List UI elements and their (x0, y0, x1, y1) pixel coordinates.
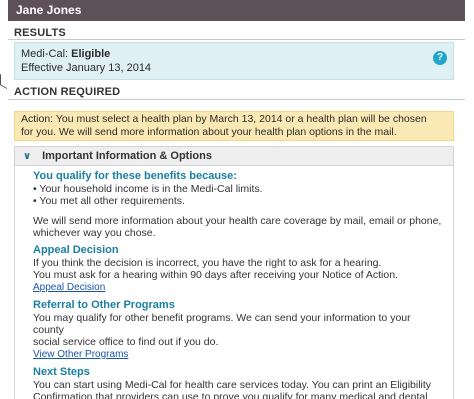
next-steps-heading: Next Steps (33, 366, 90, 378)
applicant-name-bar: Jane Jones (8, 0, 465, 21)
applicant-name: Jane Jones (16, 3, 82, 17)
coverage-text: We will send more information about your… (33, 215, 442, 227)
chevron-down-icon: ∨ (22, 151, 32, 162)
effective-date: Effective January 13, 2014 (21, 62, 152, 74)
next-steps-text: Confirmation that providers can use to p… (33, 391, 428, 399)
panel-body: You qualify for these benefits because: … (15, 166, 453, 399)
view-other-programs-link[interactable]: View Other Programs (33, 349, 128, 360)
action-text-line: Action: You must select a health plan by… (21, 113, 427, 125)
action-required-box: Action: You must select a health plan by… (14, 111, 454, 141)
mouse-pointer (0, 73, 7, 90)
referral-text: You may qualify for other benefit progra… (33, 312, 411, 336)
appeal-decision-link[interactable]: Appeal Decision (33, 282, 105, 293)
action-text-line: for you. We will send more information a… (21, 126, 397, 138)
appeal-text: If you think the decision is incorrect, … (33, 257, 382, 269)
coverage-text: whichever way you chose. (33, 227, 156, 239)
program-name: Medi-Cal: (21, 48, 69, 60)
eligibility-line: Medi-Cal: Eligible (21, 47, 447, 61)
appeal-text: You must ask for a hearing within 90 day… (33, 269, 398, 281)
divider (8, 99, 465, 100)
action-required-heading: ACTION REQUIRED (14, 86, 121, 98)
eligibility-status: Eligible (71, 48, 111, 60)
divider (8, 39, 465, 40)
referral-heading: Referral to Other Programs (33, 299, 175, 311)
appeal-heading: Appeal Decision (33, 244, 119, 256)
eligibility-box: Medi-Cal: Eligible Effective January 13,… (14, 42, 454, 80)
qualify-item: • Your household income is in the Medi-C… (33, 183, 263, 195)
qualify-heading: You qualify for these benefits because: (33, 170, 237, 182)
important-info-panel: ∨ Important Information & Options You qu… (14, 146, 454, 399)
next-steps-text: You can start using Medi-Cal for health … (33, 379, 432, 391)
panel-title: Important Information & Options (42, 150, 212, 162)
qualify-item: • You met all other requirements. (33, 195, 185, 207)
help-icon[interactable]: ? (433, 51, 447, 65)
referral-text: social service office to find out if you… (33, 336, 219, 348)
important-info-toggle[interactable]: ∨ Important Information & Options (15, 147, 453, 166)
results-heading: RESULTS (14, 27, 66, 39)
